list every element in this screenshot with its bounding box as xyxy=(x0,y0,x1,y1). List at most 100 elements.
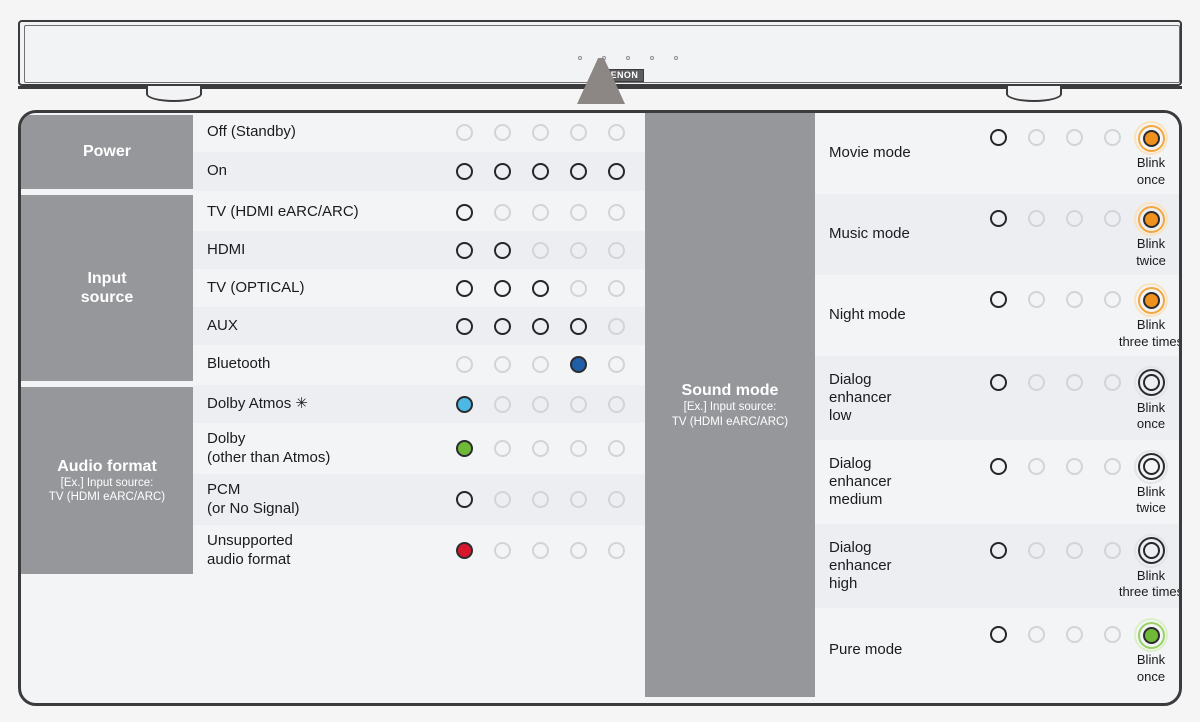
row-label: Bluetooth xyxy=(207,354,271,372)
led-cell-1 xyxy=(979,620,1017,644)
led-indicator-off xyxy=(569,279,587,297)
group-rows: Off (Standby) On xyxy=(193,113,645,191)
led-cell-1 xyxy=(979,368,1017,391)
row-label: Dolby (other than Atmos) xyxy=(207,430,331,466)
led-cell-4 xyxy=(559,241,597,259)
led-indicator-white xyxy=(531,163,549,180)
led-cell-2 xyxy=(1017,452,1055,475)
led-cell-3 xyxy=(521,279,559,297)
row-label: Dolby Atmos ✳ xyxy=(207,394,308,412)
led-cell-5-blinking: Blink three times xyxy=(1119,533,1179,601)
led-indicator-off xyxy=(1027,626,1045,644)
table-row: TV (OPTICAL) xyxy=(193,269,645,307)
led-indicator-group: Blink once xyxy=(979,364,1171,433)
led-indicator-white xyxy=(493,279,511,297)
led-cell-4 xyxy=(559,124,597,141)
led-indicator-white xyxy=(989,541,1007,559)
led-indicator-white xyxy=(607,163,625,180)
led-cell-1 xyxy=(445,355,483,373)
led-indicator-off xyxy=(1103,129,1121,147)
led-indicator-group: Blink three times xyxy=(979,281,1179,350)
led-cell-1 xyxy=(979,204,1017,228)
led-indicator-off xyxy=(1065,210,1083,228)
led-indicator-white xyxy=(531,317,549,335)
table-row: Pure mode Blink once xyxy=(815,608,1179,693)
led-cell-3 xyxy=(521,241,559,259)
row-label: TV (OPTICAL) xyxy=(207,278,305,296)
led-indicator-group xyxy=(445,163,635,180)
led-indicator-white xyxy=(493,317,511,335)
table-row: Dialog enhancer medium Blink twice xyxy=(815,440,1179,524)
led-indicator-group: Blink three times xyxy=(979,532,1179,601)
led-indicator-off xyxy=(493,203,511,221)
led-indicator-group xyxy=(445,491,635,508)
led-cell-3 xyxy=(521,542,559,559)
led-indicator-cyan xyxy=(455,395,473,413)
led-indicator-off xyxy=(1027,291,1045,309)
led-cell-5 xyxy=(597,163,635,180)
led-indicator-off xyxy=(493,355,511,373)
row-label: Movie mode xyxy=(829,144,911,162)
led-cell-1 xyxy=(445,124,483,141)
led-cell-1 xyxy=(979,452,1017,475)
led-cell-5 xyxy=(597,124,635,141)
led-indicator-white xyxy=(455,279,473,297)
led-indicator-orange xyxy=(1142,129,1160,147)
table-row: HDMI xyxy=(193,231,645,269)
table-group-0: Power Off (Standby) On xyxy=(21,113,645,191)
led-cell-5-blinking: Blink three times xyxy=(1119,283,1179,350)
led-cell-3 xyxy=(521,395,559,413)
led-cell-4 xyxy=(559,355,597,373)
speaker-port-arc-right xyxy=(1006,86,1062,102)
led-cell-3 xyxy=(521,124,559,141)
led-cell-1 xyxy=(979,536,1017,559)
led-cell-1 xyxy=(445,317,483,335)
led-cell-5-blinking: Blink once xyxy=(1131,618,1171,685)
led-indicator-off xyxy=(1065,541,1083,559)
led-indicator-off xyxy=(1103,291,1121,309)
led-cell-2 xyxy=(483,491,521,508)
led-cell-4 xyxy=(559,279,597,297)
led-indicator-off xyxy=(569,440,587,457)
led-cell-5 xyxy=(597,440,635,457)
led-indicator-group: Blink twice xyxy=(979,200,1171,269)
led-cell-1 xyxy=(445,395,483,413)
led-cell-1 xyxy=(445,440,483,457)
led-indicator-white xyxy=(455,203,473,221)
led-cell-3 xyxy=(1055,536,1093,559)
group-label-cell: Input source xyxy=(21,195,193,381)
led-cell-4 xyxy=(559,440,597,457)
led-indicator-off xyxy=(493,124,511,141)
led-indicator-off xyxy=(1027,373,1045,391)
led-indicator-off xyxy=(569,124,587,141)
led-indicator-off xyxy=(493,491,511,508)
led-cell-5-blinking: Blink once xyxy=(1131,365,1171,433)
row-label: Dialog enhancer high xyxy=(829,538,892,593)
led-indicator-off xyxy=(531,124,549,141)
row-label: Off (Standby) xyxy=(207,123,296,141)
blinking-led-halo xyxy=(1134,449,1168,484)
blink-caption: Blink once xyxy=(1136,652,1166,684)
led-cell-2 xyxy=(483,203,521,221)
table-group-1: Input source TV (HDMI eARC/ARC) HDMI TV (OPT… xyxy=(21,193,645,383)
led-cell-4 xyxy=(1093,123,1131,147)
soundbar-led-dot xyxy=(578,56,582,60)
led-cell-1 xyxy=(445,241,483,259)
led-indicator-group xyxy=(445,203,635,221)
table-row: Dolby Atmos ✳ xyxy=(193,385,645,423)
led-cell-1 xyxy=(979,123,1017,147)
led-indicator-group xyxy=(445,395,635,413)
soundbar-led-dot-row xyxy=(578,56,678,60)
led-cell-5-blinking: Blink twice xyxy=(1131,449,1171,517)
table-row: On xyxy=(193,152,645,191)
table-row: TV (HDMI eARC/ARC) xyxy=(193,193,645,231)
row-label: On xyxy=(207,162,228,180)
led-cell-3 xyxy=(1055,123,1093,147)
table-row: Dialog enhancer low Blink once xyxy=(815,356,1179,440)
led-indicator-group xyxy=(445,542,635,559)
led-cell-1 xyxy=(445,542,483,559)
table-row: AUX xyxy=(193,307,645,345)
led-indicator-off xyxy=(569,395,587,413)
sound-mode-rows: Movie mode Blink once Music mode Blink twice N… xyxy=(815,113,1179,703)
led-indicator-blue xyxy=(569,355,587,373)
